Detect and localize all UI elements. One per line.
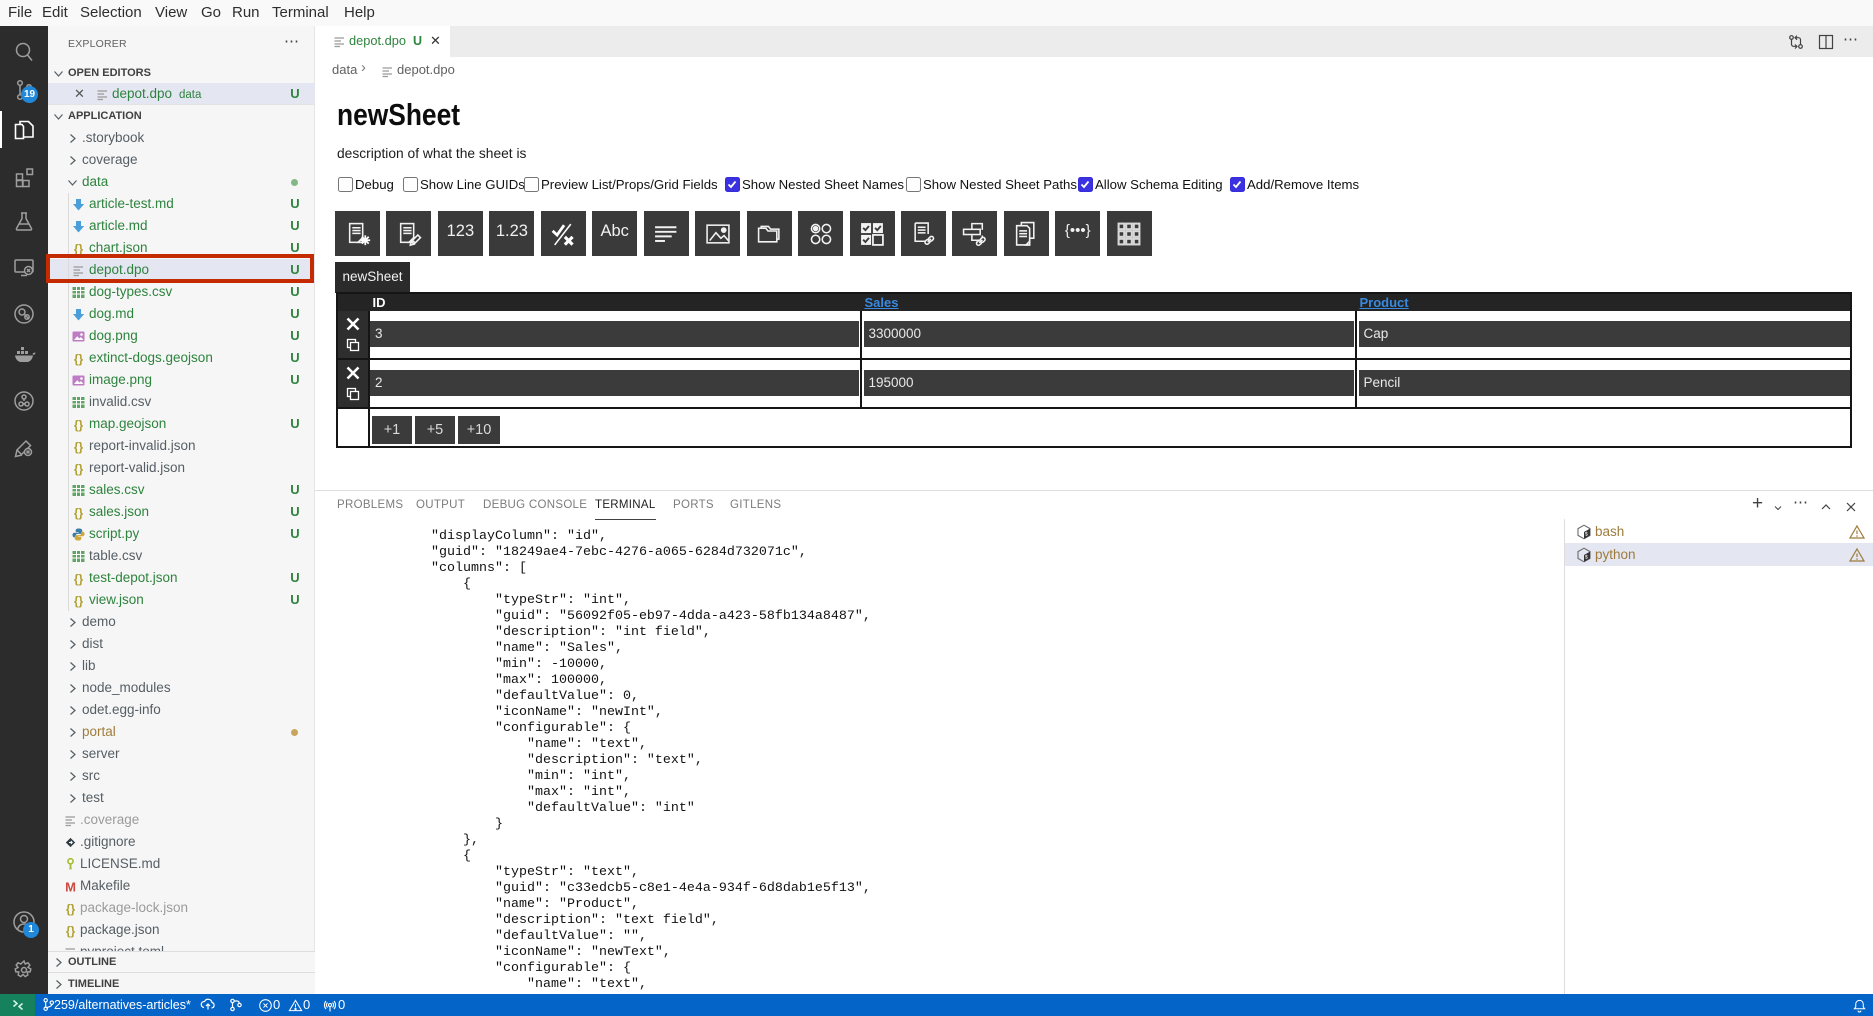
svg-text:{}: {} [74,440,84,454]
svg-text:{}: {} [66,924,76,938]
svg-text:{}: {} [74,572,84,586]
svg-text:{}: {} [74,594,84,608]
svg-text:{}: {} [66,902,76,916]
svg-text:{}: {} [74,418,84,432]
svg-text:{}: {} [74,462,84,476]
svg-text:{}: {} [74,506,84,520]
svg-text:M: M [65,880,76,895]
svg-text:{}: {} [74,352,84,366]
